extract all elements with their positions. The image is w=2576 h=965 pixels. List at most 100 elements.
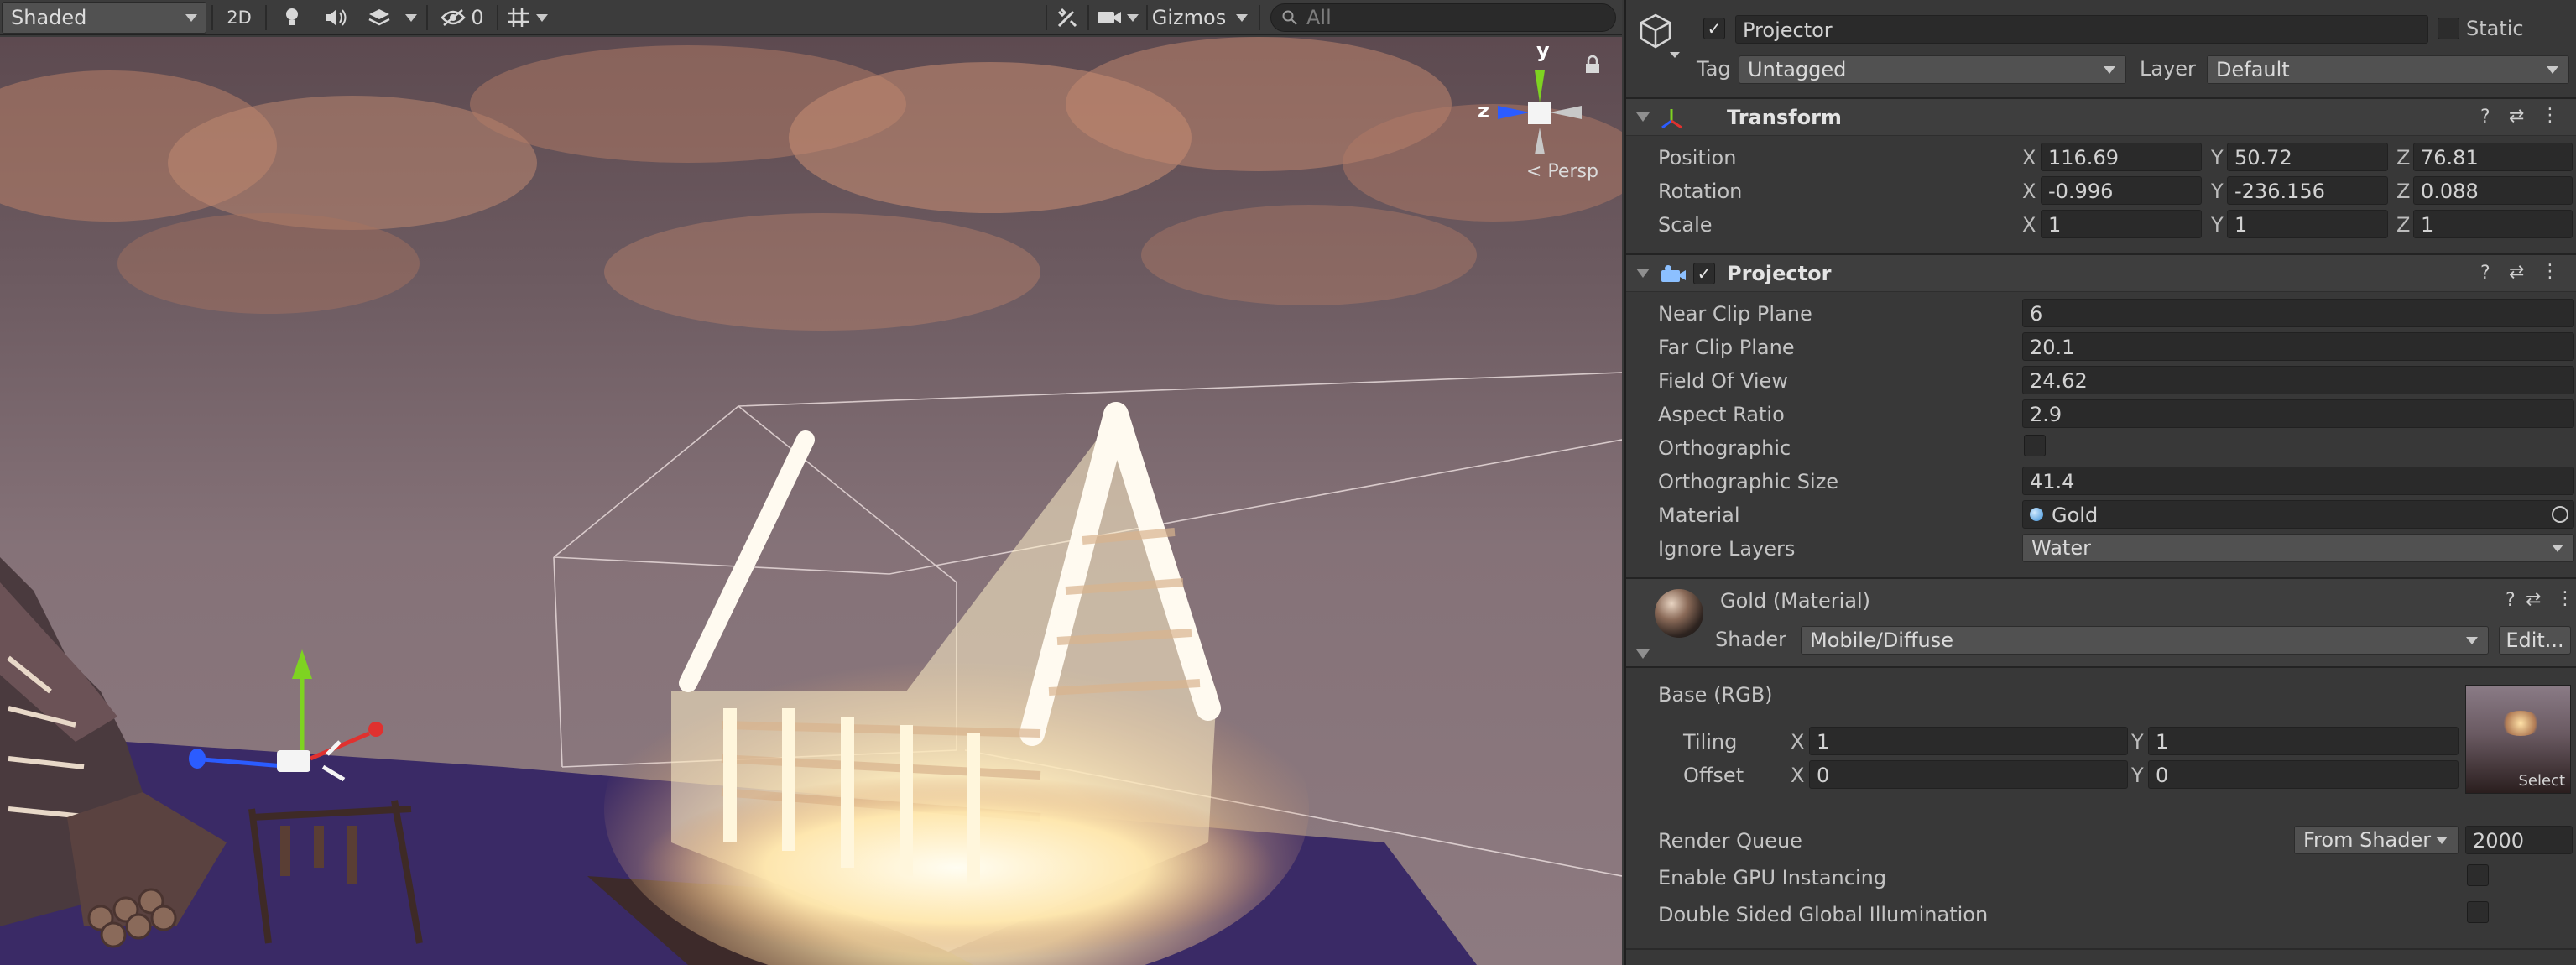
ignore-layers-dropdown[interactable]: Water [2022, 534, 2574, 562]
ortho-size-field[interactable]: 41.4 [2022, 467, 2574, 495]
render-queue-mode: From Shader [2303, 828, 2432, 852]
transform-header[interactable]: Transform ? ⇄ ⋮ [1626, 97, 2576, 136]
tag-dropdown[interactable]: Untagged [1739, 55, 2126, 84]
more-options-icon[interactable]: ⋮ [2541, 261, 2559, 282]
foldout-arrow-icon[interactable] [1636, 269, 1650, 278]
transform-axes-icon [1661, 109, 1682, 129]
shader-dropdown[interactable]: Mobile/Diffuse [1801, 626, 2489, 655]
perspective-label[interactable]: < Persp [1526, 161, 1598, 182]
layer-dropdown[interactable]: Default [2207, 55, 2569, 84]
base-texture-slot[interactable]: Select [2465, 685, 2571, 794]
grid-dropdown-button[interactable] [532, 2, 552, 34]
toolbar-divider [1046, 5, 1047, 30]
rotation-y-field[interactable]: -236.156 [2227, 176, 2388, 205]
orientation-gizmo[interactable]: y z < Persp [1473, 39, 1598, 188]
chevron-down-icon [185, 14, 197, 22]
help-icon[interactable]: ? [2506, 590, 2516, 611]
axis-y-label: Y [2211, 213, 2224, 237]
gizmos-button[interactable]: Gizmos [1151, 2, 1227, 34]
scale-x-field[interactable]: 1 [2041, 210, 2202, 238]
material-title: Gold (Material) [1720, 589, 1871, 613]
object-picker-icon[interactable] [2552, 506, 2568, 523]
rotation-z-field[interactable]: 0.088 [2413, 176, 2573, 205]
more-options-icon[interactable]: ⋮ [2556, 588, 2574, 609]
toggle-2d-button[interactable]: 2D [220, 2, 258, 34]
tools-toggle-button[interactable] [1051, 2, 1084, 34]
audio-toggle-button[interactable] [319, 2, 352, 34]
projector-fields: Near Clip Plane 6 Far Clip Plane 20.1 Fi… [1626, 299, 2576, 567]
scene-visibility-toggle[interactable]: 0 [433, 2, 492, 34]
more-options-icon[interactable]: ⋮ [2541, 105, 2559, 126]
preset-sliders-icon[interactable]: ⇄ [2509, 262, 2524, 283]
double-sided-gi-label: Double Sided Global Illumination [1658, 903, 1989, 926]
camera-settings-button[interactable] [1092, 2, 1126, 34]
toolbar-divider [426, 5, 428, 30]
scale-y-field[interactable]: 1 [2227, 210, 2388, 238]
edit-shader-button[interactable]: Edit... [2499, 626, 2571, 655]
offset-x-field[interactable]: 0 [1809, 760, 2128, 789]
orthographic-checkbox[interactable] [2024, 435, 2046, 456]
preset-sliders-icon[interactable]: ⇄ [2509, 106, 2524, 127]
offset-label: Offset [1683, 764, 1744, 787]
scale-z-field[interactable]: 1 [2413, 210, 2573, 238]
gizmos-dropdown-button[interactable] [1230, 2, 1254, 34]
inspector-panel: ✓ Projector Static Tag Untagged Layer De… [1624, 0, 2576, 965]
scene-viewport[interactable]: y z < Persp [0, 37, 1622, 965]
lock-icon[interactable] [1584, 55, 1601, 74]
layer-label: Layer [2140, 57, 2196, 81]
position-y-field[interactable]: 50.72 [2227, 143, 2388, 171]
help-icon[interactable]: ? [2480, 107, 2490, 128]
chevron-down-icon [1127, 13, 1139, 22]
toolbar-divider [1087, 5, 1089, 30]
foldout-arrow-icon[interactable] [1636, 112, 1650, 122]
rotation-label: Rotation [1658, 180, 1743, 203]
preset-sliders-icon[interactable]: ⇄ [2526, 589, 2541, 610]
grid-toggle-button[interactable] [502, 2, 535, 34]
position-z-field[interactable]: 76.81 [2413, 143, 2573, 171]
gpu-instancing-checkbox[interactable] [2467, 864, 2489, 886]
tiling-x-field[interactable]: 1 [1809, 727, 2128, 755]
projector-enabled-checkbox[interactable]: ✓ [1693, 263, 1715, 284]
axis-cone-icon [1498, 70, 1582, 154]
gameobject-cube-icon [1640, 13, 1671, 49]
foldout-arrow-icon[interactable] [1636, 649, 1650, 659]
render-queue-field[interactable]: 2000 [2465, 826, 2573, 854]
lighting-toggle-button[interactable] [275, 2, 309, 34]
axis-z-label: Z [2396, 180, 2411, 203]
material-header[interactable]: Gold (Material) ? ⇄ ⋮ Shader Mobile/Diff… [1626, 577, 2576, 668]
effects-dropdown-button[interactable] [401, 2, 421, 34]
camera-dropdown-button[interactable] [1123, 2, 1143, 34]
object-name-field[interactable]: Projector [1735, 15, 2428, 44]
axis-x-label: X [1791, 764, 1805, 787]
aspect-ratio-field[interactable]: 2.9 [2022, 399, 2574, 428]
tag-label: Tag [1697, 57, 1731, 81]
glowing-house [604, 402, 1309, 965]
effects-toggle-button[interactable] [362, 2, 396, 34]
lightbulb-icon [286, 8, 298, 25]
double-sided-gi-checkbox[interactable] [2467, 901, 2489, 923]
draw-mode-dropdown[interactable]: Shaded [2, 2, 206, 34]
help-icon[interactable]: ? [2480, 263, 2490, 284]
near-clip-field[interactable]: 6 [2022, 299, 2574, 327]
search-icon [1282, 10, 1297, 25]
material-object-field[interactable]: Gold [2022, 500, 2574, 529]
axis-x-label: X [2022, 180, 2036, 203]
scene-search-field[interactable]: All [1270, 3, 1616, 32]
position-x-field[interactable]: 116.69 [2041, 143, 2202, 171]
scene-view-panel: Shaded 2D 0 Gizmos All y z < Persp [0, 0, 1622, 965]
fov-field[interactable]: 24.62 [2022, 366, 2574, 394]
icon-picker-chevron-icon[interactable] [1670, 52, 1680, 58]
far-clip-field[interactable]: 20.1 [2022, 332, 2574, 361]
axis-z-label: Z [2396, 213, 2411, 237]
texture-select-button[interactable]: Select [2518, 772, 2565, 790]
static-checkbox[interactable] [2438, 18, 2459, 39]
offset-y-field[interactable]: 0 [2148, 760, 2459, 789]
projector-header[interactable]: ✓ Projector ? ⇄ ⋮ [1626, 253, 2576, 292]
chevron-down-icon [405, 13, 417, 22]
rotation-x-field[interactable]: -0.996 [2041, 176, 2202, 205]
render-queue-dropdown[interactable]: From Shader [2294, 826, 2459, 854]
axis-x-label: X [1791, 730, 1805, 754]
tiling-y-field[interactable]: 1 [2148, 727, 2459, 755]
active-checkbox[interactable]: ✓ [1703, 18, 1725, 39]
effects-layers-icon [368, 9, 390, 26]
